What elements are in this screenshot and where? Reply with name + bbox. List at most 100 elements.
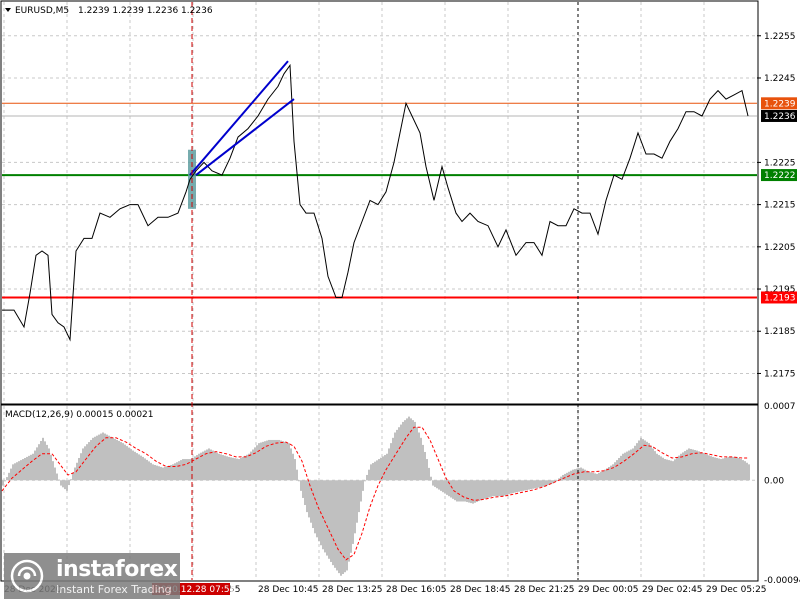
macd-bar (322, 480, 324, 550)
macd-bar (132, 450, 134, 481)
macd-bar (414, 421, 416, 481)
macd-bar (446, 480, 448, 495)
macd-bar (354, 480, 356, 534)
macd-bar (598, 472, 600, 481)
macd-bar (524, 480, 526, 491)
macd-bar (636, 443, 638, 481)
macd-bar (58, 479, 60, 481)
macd-bar (532, 480, 534, 489)
macd-bar (464, 480, 466, 502)
macd-bar (20, 460, 22, 481)
macd-bar (326, 480, 328, 556)
macd-bar (82, 448, 84, 481)
macd-bar (480, 480, 482, 501)
macd-bar (42, 437, 44, 481)
macd-bar (162, 467, 164, 481)
macd-bar (248, 453, 250, 481)
macd-bar (612, 464, 614, 481)
macd-bar (506, 480, 508, 495)
macd-bar (294, 459, 296, 481)
macd-bar (72, 473, 74, 481)
macd-bar (358, 480, 360, 513)
macd-bar (234, 458, 236, 481)
macd-bar (748, 464, 750, 481)
macd-bar (290, 448, 292, 481)
macd-bar (216, 452, 218, 481)
macd-bar (74, 467, 76, 481)
macd-bar (656, 453, 658, 481)
macd-bar (432, 480, 434, 486)
macd-bar (124, 444, 126, 481)
macd-bar (92, 437, 94, 481)
macd-bar (400, 424, 402, 481)
macd-bar (424, 451, 426, 481)
macd-bar (706, 454, 708, 481)
macd-bar (536, 480, 538, 488)
time-tick-label: 29 Dec 00:05 (578, 585, 639, 595)
macd-bar (452, 480, 454, 499)
macd-bar (644, 440, 646, 481)
macd-bar (662, 457, 664, 481)
watermark-tagline: Instant Forex Trading (56, 583, 172, 596)
macd-bar (362, 480, 364, 491)
macd-bar (476, 480, 478, 502)
macd-bar (386, 453, 388, 481)
macd-bar (434, 480, 436, 487)
macd-bar (106, 434, 108, 481)
macd-bar (410, 418, 412, 481)
macd-bar (2, 480, 4, 486)
macd-bar (98, 434, 100, 481)
time-tick-label: 28 Dec 10:45 (258, 585, 319, 595)
macd-bar (110, 436, 112, 481)
macd-bar (650, 445, 652, 481)
macd-bar (686, 449, 688, 481)
macd-tick-label: 0.00 (764, 476, 784, 486)
macd-bar (512, 480, 514, 493)
macd-bar (582, 468, 584, 481)
macd-bar (60, 480, 62, 486)
macd-bar (140, 455, 142, 481)
macd-bar (714, 457, 716, 481)
price-tick-label: 1.2205 (764, 243, 796, 253)
macd-bar (222, 455, 224, 481)
macd-bar (482, 480, 484, 500)
trading-chart[interactable]: 1.22551.22451.22251.22151.22051.21951.21… (0, 0, 800, 600)
macd-bar (384, 455, 386, 481)
macd-bar (168, 465, 170, 481)
macd-bar (444, 480, 446, 494)
macd-bar (174, 463, 176, 481)
macd-bar (694, 450, 696, 481)
macd-bar (306, 480, 308, 513)
macd-bar (430, 476, 432, 481)
macd-bar (504, 480, 506, 496)
macd-bar (66, 480, 68, 491)
macd-bar (456, 480, 458, 502)
price-tick-label: 1.2175 (764, 369, 796, 379)
macd-bar (614, 462, 616, 481)
macd-bar (544, 480, 546, 486)
macd-bar (78, 457, 80, 481)
macd-bar (298, 480, 300, 482)
macd-bar (646, 441, 648, 481)
macd-bar (366, 474, 368, 481)
macd-bar (270, 439, 272, 481)
time-tick-label: 29 Dec 02:45 (642, 585, 703, 595)
macd-bar (442, 480, 444, 493)
macd-bar (96, 435, 98, 481)
macd-bar (626, 451, 628, 481)
macd-bar (696, 450, 698, 481)
price-tick-label: 1.2185 (764, 327, 796, 337)
macd-bar (164, 466, 166, 481)
macd-bar (596, 473, 598, 481)
macd-bar (244, 455, 246, 481)
macd-bar (86, 444, 88, 481)
watermark: instaforex Instant Forex Trading (4, 553, 180, 599)
macd-bar (542, 480, 544, 487)
macd-bar (510, 480, 512, 494)
macd-bar (404, 420, 406, 481)
macd-bar (722, 458, 724, 481)
macd-bar (50, 454, 52, 481)
macd-bar (630, 449, 632, 481)
macd-bar (152, 464, 154, 481)
macd-bar (342, 480, 344, 574)
